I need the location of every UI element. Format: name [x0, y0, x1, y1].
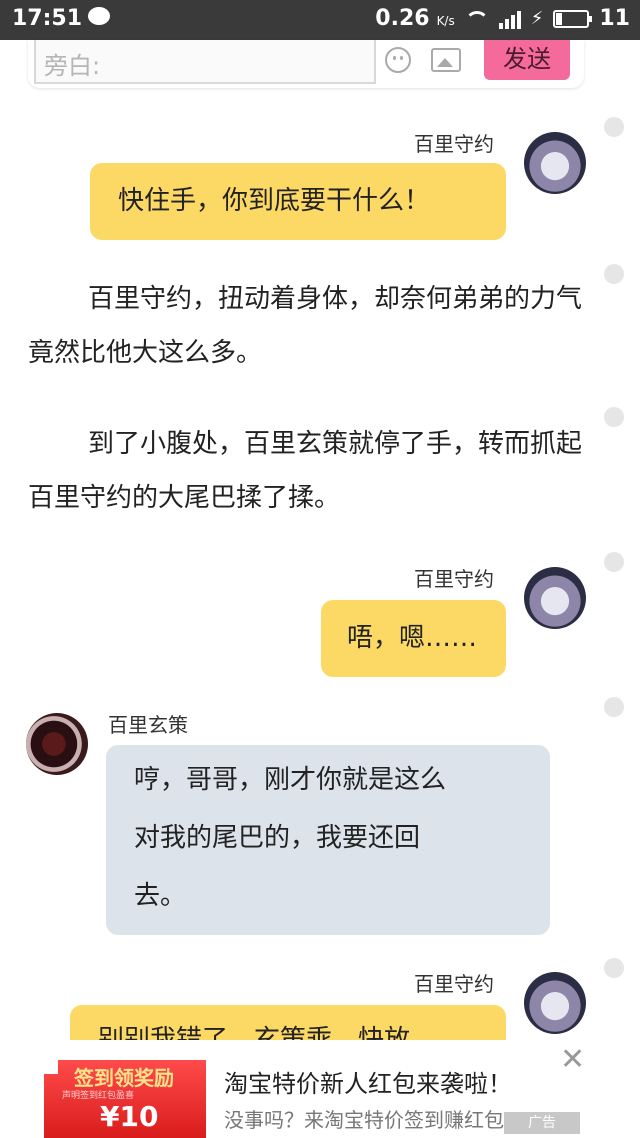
status-bar: 17:51 0.26 K/s ⚡ 11 — [0, 0, 640, 40]
ad-title[interactable]: 淘宝特价新人红包来袭啦！ — [224, 1064, 512, 1099]
narration-input[interactable]: 旁白: — [34, 40, 376, 84]
emoji-icon[interactable] — [385, 47, 411, 73]
charging-icon: ⚡ — [530, 8, 544, 29]
avatar[interactable] — [524, 972, 586, 1034]
bubble-line: 对我的尾巴的，我要还回 — [134, 823, 421, 853]
send-button[interactable]: 发送 — [484, 40, 570, 80]
bubble-line: 去。 — [134, 881, 187, 911]
wifi-icon — [464, 9, 489, 29]
image-icon[interactable] — [431, 48, 461, 72]
speaker-name: 百里玄策 — [108, 713, 188, 737]
chat-bubble[interactable]: 哼，哥哥，刚才你就是这么 对我的尾巴的，我要还回 去。 — [106, 745, 550, 935]
bubble-line: 哼，哥哥，刚才你就是这么 — [134, 765, 447, 795]
status-right: 0.26 K/s ⚡ 11 — [375, 6, 630, 31]
avatar[interactable] — [524, 132, 586, 194]
avatar[interactable] — [26, 713, 88, 775]
chat-bubble[interactable]: 快住手，你到底要干什么！ — [90, 163, 506, 240]
chat-bubble[interactable]: 唔，嗯…… — [321, 600, 506, 677]
network-speed: 0.26 K/s — [375, 6, 455, 31]
select-dot[interactable] — [604, 697, 624, 717]
close-icon[interactable]: ✕ — [560, 1042, 585, 1077]
speaker-name: 百里守约 — [414, 132, 494, 156]
speaker-name: 百里守约 — [414, 972, 494, 996]
battery-icon — [553, 9, 593, 28]
ad-description[interactable]: 没事吗？来淘宝特价签到赚红包 — [224, 1104, 504, 1133]
status-time: 17:51 — [12, 6, 83, 31]
ad-label: 广告 — [504, 1112, 580, 1134]
signal-icon — [498, 9, 521, 29]
narration-text[interactable]: 到了小腹处，百里玄策就停了手，转而抓起百里守约的大尾巴揉了揉。 — [28, 417, 588, 525]
select-dot[interactable] — [604, 552, 624, 572]
speaker-name: 百里守约 — [414, 567, 494, 591]
ad-thumbnail[interactable]: 签到领奖励 声明签到红包盈喜 ¥10 — [44, 1060, 206, 1138]
avatar[interactable] — [524, 567, 586, 629]
ad-thumb-amount: ¥10 — [100, 1100, 159, 1133]
ad-banner[interactable]: 签到领奖励 声明签到红包盈喜 ¥10 淘宝特价新人红包来袭啦！ 没事吗？来淘宝特… — [0, 1040, 640, 1138]
ad-thumb-title: 签到领奖励 — [74, 1066, 174, 1090]
select-dot[interactable] — [604, 264, 624, 284]
battery-level: 11 — [599, 6, 630, 31]
narration-text[interactable]: 百里守约，扭动着身体，却奈何弟弟的力气竟然比他大这么多。 — [28, 272, 588, 380]
select-dot[interactable] — [604, 117, 624, 137]
select-dot[interactable] — [604, 958, 624, 978]
input-bar: 旁白: 发送 — [28, 40, 584, 88]
chat-notification-icon — [88, 7, 110, 25]
select-dot[interactable] — [604, 407, 624, 427]
ad-logo-icon — [44, 1060, 58, 1074]
